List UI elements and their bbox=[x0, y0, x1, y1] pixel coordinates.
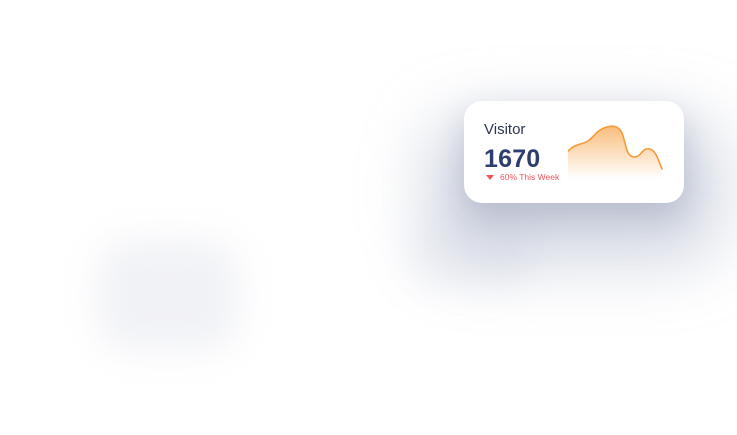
visitor-stat-card: Visitor 1670 60% This Week bbox=[464, 101, 684, 203]
faded-background-shape bbox=[98, 240, 238, 350]
sparkline-area bbox=[568, 126, 662, 179]
triangle-down-icon bbox=[486, 175, 494, 180]
trend-indicator: 60% This Week bbox=[486, 172, 559, 182]
visitor-sparkline bbox=[568, 125, 663, 179]
card-title: Visitor bbox=[484, 121, 526, 138]
canvas: Visitor 1670 60% This Week bbox=[0, 0, 737, 435]
visitor-count: 1670 bbox=[484, 145, 541, 173]
trend-text: 60% This Week bbox=[500, 172, 560, 182]
